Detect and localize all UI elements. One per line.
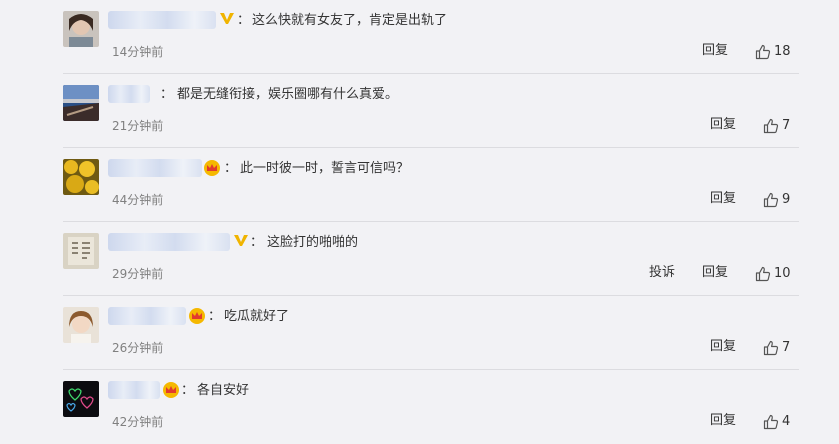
avatar[interactable] — [63, 233, 99, 269]
like-button[interactable]: 7 — [763, 338, 790, 358]
crown-icon — [203, 159, 221, 177]
reply-button[interactable]: 回复 — [702, 42, 728, 60]
comment-time: 42分钟前 — [112, 415, 164, 429]
avatar[interactable] — [63, 381, 99, 417]
thumbs-up-icon — [763, 340, 779, 356]
reply-button[interactable]: 回复 — [710, 412, 736, 430]
reply-button[interactable]: 回复 — [710, 116, 736, 134]
comment-time: 21分钟前 — [112, 119, 164, 133]
like-count: 4 — [782, 414, 791, 429]
comment-time: 14分钟前 — [112, 45, 164, 59]
verified-v-icon — [232, 231, 250, 249]
comment-text: 各自安好 — [197, 383, 250, 398]
thumbs-up-icon — [763, 414, 779, 430]
thumbs-up-icon — [763, 192, 779, 208]
colon: ： — [208, 309, 222, 324]
like-count: 10 — [774, 266, 791, 281]
reply-button[interactable]: 回复 — [710, 190, 736, 208]
like-button[interactable]: 9 — [763, 190, 790, 210]
reply-button[interactable]: 回复 — [702, 264, 728, 282]
username-blurred[interactable] — [108, 307, 186, 325]
username-blurred[interactable] — [108, 381, 160, 399]
crown-icon — [188, 307, 206, 325]
comment-time: 44分钟前 — [112, 193, 164, 207]
comment-text: 吃瓜就好了 — [224, 309, 290, 324]
avatar[interactable] — [63, 307, 99, 343]
colon: ： — [237, 13, 251, 28]
comment-item: ： 这脸打的啪啪的 29分钟前 投诉 回复 10 — [0, 222, 839, 296]
avatar[interactable] — [63, 85, 99, 121]
report-button[interactable]: 投诉 — [649, 264, 675, 282]
comment-item: ： 这么快就有女友了，肯定是出轨了 14分钟前 回复 18 — [0, 0, 839, 74]
comment-text: 这脸打的啪啪的 — [267, 235, 359, 250]
colon: ： — [181, 383, 195, 398]
like-count: 18 — [774, 44, 791, 59]
colon: ： — [160, 87, 174, 102]
comment-text: 此一时彼一时，誓言可信吗？ — [240, 161, 410, 176]
username-blurred[interactable] — [108, 159, 202, 177]
colon: ： — [250, 235, 264, 250]
like-button[interactable]: 18 — [755, 42, 791, 62]
crown-icon — [162, 381, 180, 399]
comment-text: 这么快就有女友了，肯定是出轨了 — [252, 13, 448, 28]
colon: ： — [224, 161, 238, 176]
comment-time: 29分钟前 — [112, 267, 164, 281]
avatar[interactable] — [63, 159, 99, 195]
comment-time: 26分钟前 — [112, 341, 164, 355]
comment-item: ： 都是无缝衔接，娱乐圈哪有什么真爱。 21分钟前 回复 7 — [0, 74, 839, 148]
like-button[interactable]: 10 — [755, 264, 791, 284]
thumbs-up-icon — [755, 266, 771, 282]
like-count: 7 — [782, 340, 791, 355]
avatar[interactable] — [63, 11, 99, 47]
thumbs-up-icon — [763, 118, 779, 134]
comment-item: ： 各自安好 42分钟前 回复 4 — [0, 370, 839, 444]
verified-v-icon — [218, 9, 236, 27]
like-count: 9 — [782, 192, 791, 207]
username-blurred[interactable] — [108, 233, 230, 251]
username-blurred[interactable] — [108, 85, 150, 103]
username-blurred[interactable] — [108, 11, 216, 29]
like-count: 7 — [782, 118, 791, 133]
like-button[interactable]: 4 — [763, 412, 790, 432]
comment-item: ： 吃瓜就好了 26分钟前 回复 7 — [0, 296, 839, 370]
comment-text: 都是无缝衔接，娱乐圈哪有什么真爱。 — [177, 87, 399, 102]
comment-item: ： 此一时彼一时，誓言可信吗？ 44分钟前 回复 9 — [0, 148, 839, 222]
like-button[interactable]: 7 — [763, 116, 790, 136]
thumbs-up-icon — [755, 44, 771, 60]
reply-button[interactable]: 回复 — [710, 338, 736, 356]
